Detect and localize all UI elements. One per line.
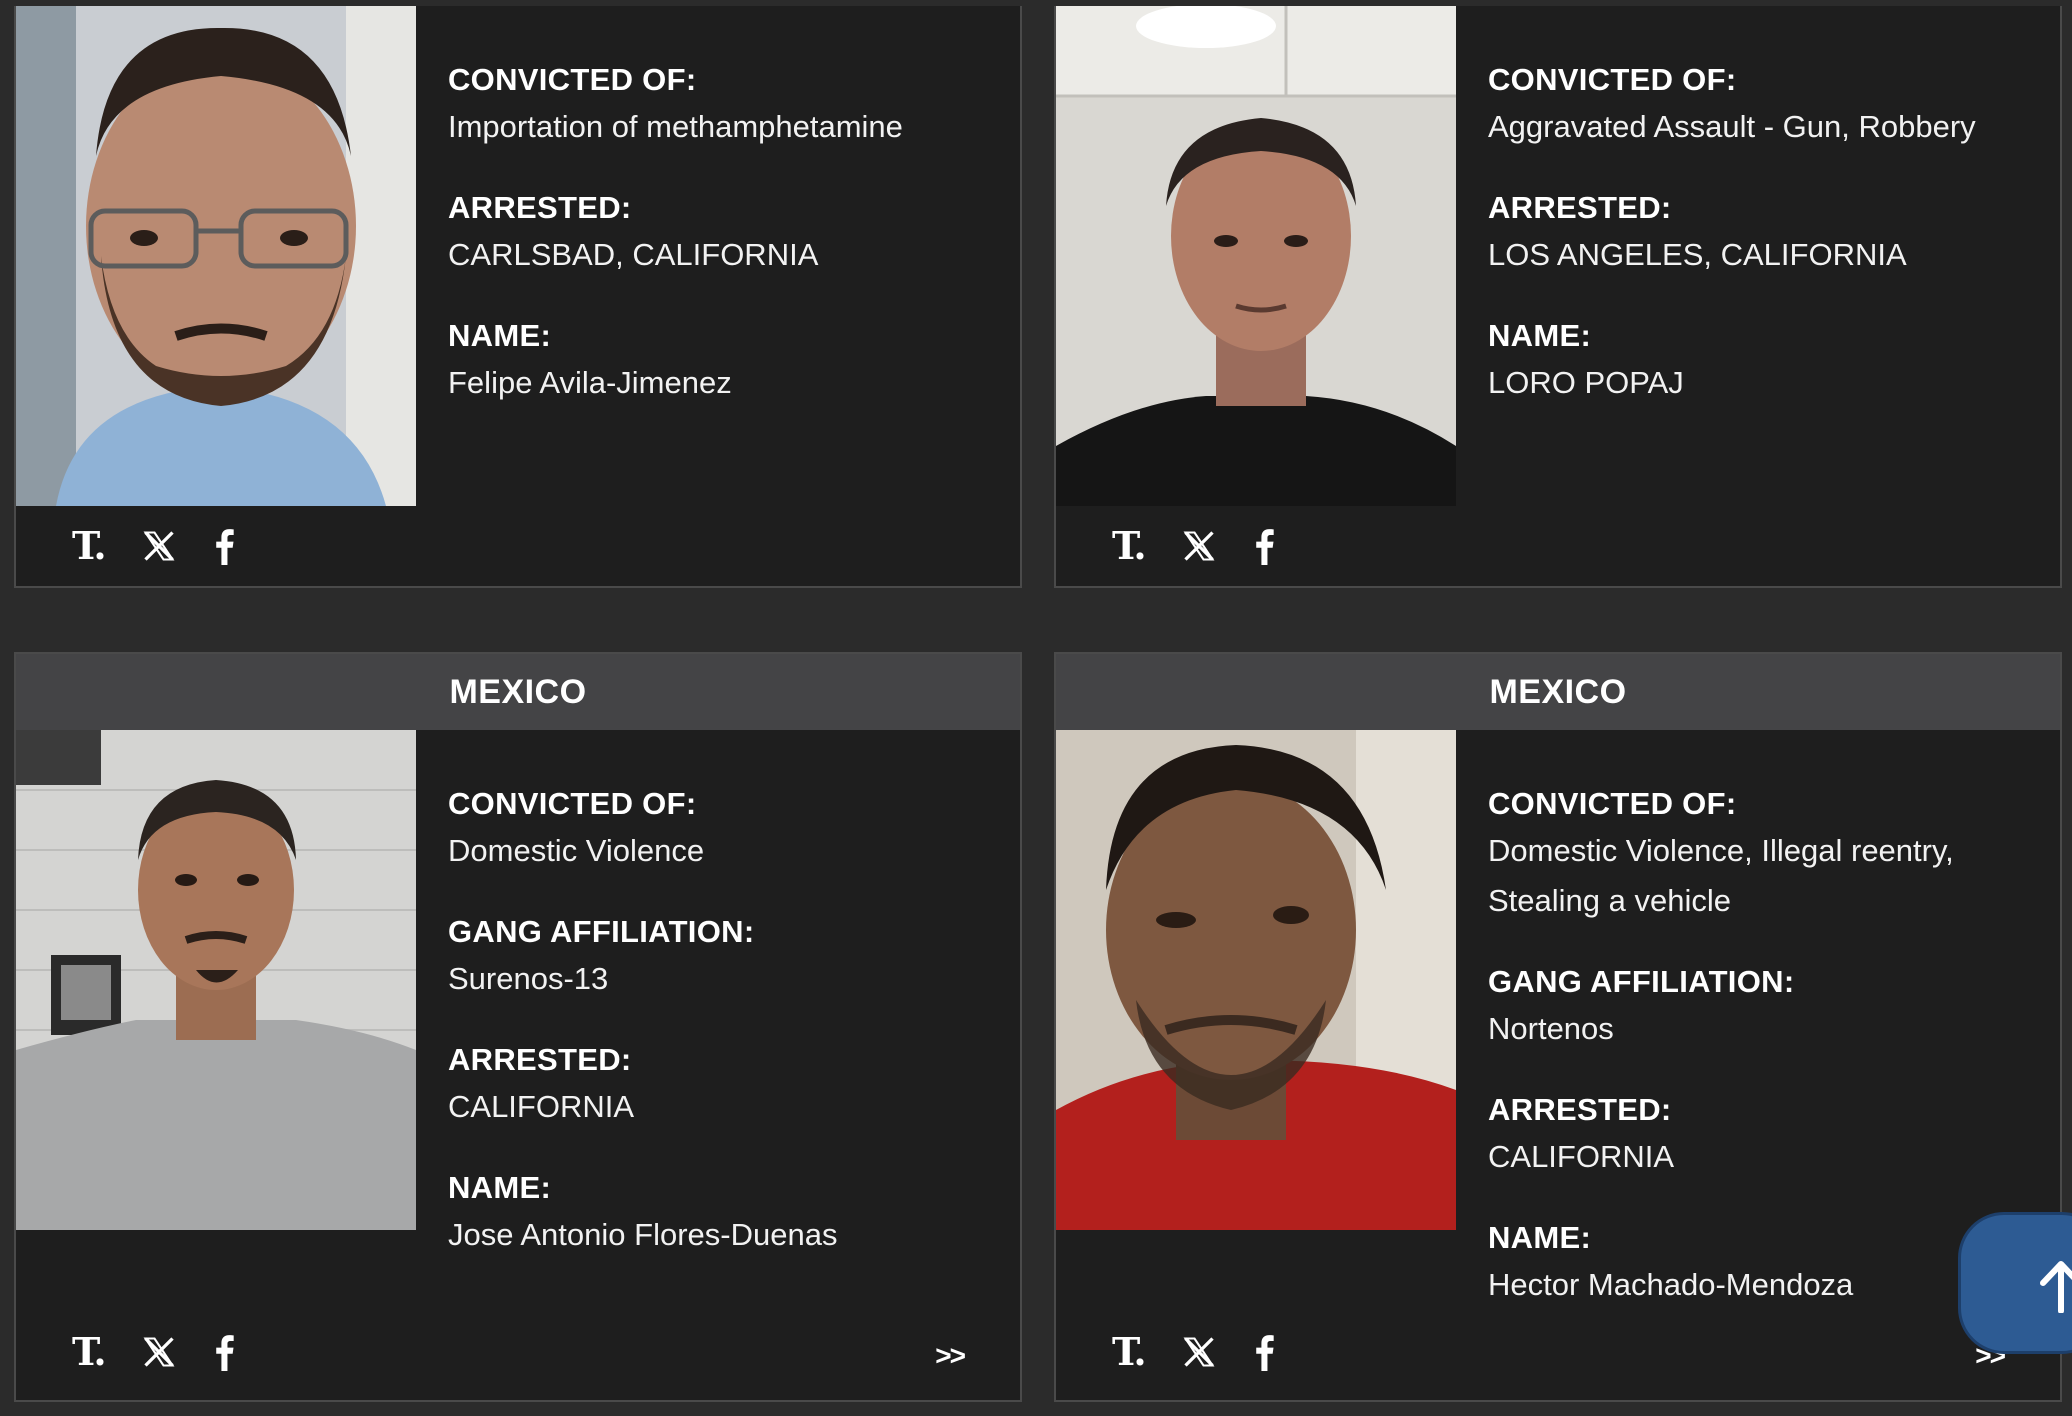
field-label: ARRESTED: <box>1488 1092 1672 1127</box>
field-value: LORO POPAJ <box>1488 365 1684 400</box>
field-label: ARRESTED: <box>1488 190 1672 225</box>
arrested-field: ARRESTED: LOS ANGELES, CALIFORNIA <box>1488 186 2030 280</box>
field-label: NAME: <box>448 1170 552 1205</box>
field-value: CALIFORNIA <box>1488 1139 1675 1174</box>
name-field: NAME: Hector Machado-Mendoza <box>1488 1216 2030 1310</box>
more-link[interactable]: >> <box>935 1340 966 1372</box>
convicted-of-field: CONVICTED OF: Domestic Violence <box>448 782 990 876</box>
arrested-field: ARRESTED: CALIFORNIA <box>448 1038 990 1132</box>
mugshot-grid: CONVICTED OF: Importation of methampheta… <box>0 0 2072 1416</box>
field-label: CONVICTED OF: <box>1488 786 1737 821</box>
x-icon[interactable] <box>1181 526 1217 566</box>
name-field: NAME: Felipe Avila-Jimenez <box>448 314 990 408</box>
field-label: GANG AFFILIATION: <box>1488 964 1795 999</box>
field-label: NAME: <box>448 318 552 353</box>
field-value: CARLSBAD, CALIFORNIA <box>448 237 819 272</box>
country-header: MEXICO <box>16 654 1020 730</box>
country-header: MEXICO <box>1056 654 2060 730</box>
offender-card: MEXICO CONVICTED OF: Domestic Violence G… <box>14 652 1022 1402</box>
facebook-icon[interactable] <box>213 526 235 566</box>
offender-card: MEXICO CONVICTED OF: Domestic Violence, … <box>1054 652 2062 1402</box>
share-bar: T. <box>72 526 235 566</box>
field-label: NAME: <box>1488 1220 1592 1255</box>
mugshot-photo <box>1056 730 1456 1230</box>
offender-info: CONVICTED OF: Aggravated Assault - Gun, … <box>1488 58 2030 442</box>
convicted-of-field: CONVICTED OF: Importation of methampheta… <box>448 58 990 152</box>
name-field: NAME: Jose Antonio Flores-Duenas <box>448 1166 990 1260</box>
facebook-icon[interactable] <box>1253 1332 1275 1372</box>
offender-card: CONVICTED OF: Importation of methampheta… <box>14 6 1022 588</box>
field-label: GANG AFFILIATION: <box>448 914 755 949</box>
convicted-of-field: CONVICTED OF: Domestic Violence, Illegal… <box>1488 782 2030 926</box>
facebook-icon[interactable] <box>213 1332 235 1372</box>
share-bar: T. <box>1112 1332 1275 1372</box>
field-value: Surenos-13 <box>448 961 609 996</box>
field-value: Jose Antonio Flores-Duenas <box>448 1217 838 1252</box>
x-icon[interactable] <box>141 526 177 566</box>
field-label: CONVICTED OF: <box>1488 62 1737 97</box>
field-label: CONVICTED OF: <box>448 62 697 97</box>
facebook-icon[interactable] <box>1253 526 1275 566</box>
field-label: CONVICTED OF: <box>448 786 697 821</box>
arrow-up-icon <box>2040 1261 2072 1313</box>
name-field: NAME: LORO POPAJ <box>1488 314 2030 408</box>
gang-affiliation-field: GANG AFFILIATION: Nortenos <box>1488 960 2030 1054</box>
field-value: CALIFORNIA <box>448 1089 635 1124</box>
offender-info: CONVICTED OF: Importation of methampheta… <box>448 58 990 442</box>
arrested-field: ARRESTED: CARLSBAD, CALIFORNIA <box>448 186 990 280</box>
share-bar: T. <box>1112 526 1275 566</box>
field-value: Nortenos <box>1488 1011 1614 1046</box>
convicted-of-field: CONVICTED OF: Aggravated Assault - Gun, … <box>1488 58 2030 152</box>
mugshot-photo <box>16 6 416 506</box>
share-bar: T. <box>72 1332 235 1372</box>
offender-info: CONVICTED OF: Domestic Violence, Illegal… <box>1488 782 2030 1344</box>
field-value: Importation of methamphetamine <box>448 109 903 144</box>
field-value: Domestic Violence <box>448 833 705 868</box>
scroll-to-top-button[interactable] <box>1958 1212 2072 1354</box>
gang-affiliation-field: GANG AFFILIATION: Surenos-13 <box>448 910 990 1004</box>
mugshot-photo <box>16 730 416 1230</box>
x-icon[interactable] <box>1181 1332 1217 1372</box>
truth-social-icon[interactable]: T. <box>72 526 107 566</box>
field-label: ARRESTED: <box>448 190 632 225</box>
offender-info: CONVICTED OF: Domestic Violence GANG AFF… <box>448 782 990 1294</box>
field-label: NAME: <box>1488 318 1592 353</box>
x-icon[interactable] <box>141 1332 177 1372</box>
truth-social-icon[interactable]: T. <box>72 1332 107 1372</box>
mugshot-photo <box>1056 6 1456 506</box>
truth-social-icon[interactable]: T. <box>1112 1332 1147 1372</box>
field-value: Hector Machado-Mendoza <box>1488 1267 1854 1302</box>
field-value: LOS ANGELES, CALIFORNIA <box>1488 237 1907 272</box>
field-value: Aggravated Assault - Gun, Robbery <box>1488 109 1976 144</box>
truth-social-icon[interactable]: T. <box>1112 526 1147 566</box>
field-value: Domestic Violence, Illegal reentry, Stea… <box>1488 833 1954 918</box>
offender-card: CONVICTED OF: Aggravated Assault - Gun, … <box>1054 6 2062 588</box>
arrested-field: ARRESTED: CALIFORNIA <box>1488 1088 2030 1182</box>
field-label: ARRESTED: <box>448 1042 632 1077</box>
field-value: Felipe Avila-Jimenez <box>448 365 732 400</box>
